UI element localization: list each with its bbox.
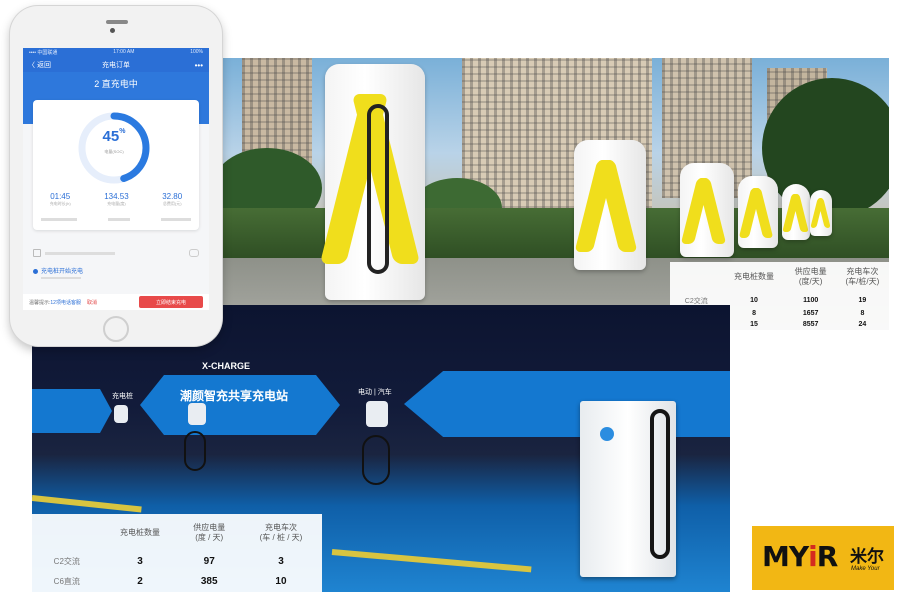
ev-charger [810, 190, 832, 236]
ev-charger [680, 163, 734, 257]
wall-arrow [32, 389, 112, 433]
stat-cost: 32.80 总费用(元) [162, 192, 183, 206]
brand-label: X-CHARGE [202, 361, 251, 371]
logo-tagline: Make Your [851, 566, 880, 572]
charging-cable [184, 431, 206, 471]
home-button[interactable] [103, 316, 129, 342]
logo-wordmark: MYiR [762, 540, 838, 573]
charging-cable [362, 435, 390, 485]
parking-line [331, 549, 532, 573]
wall-charger [188, 403, 206, 425]
nav-bar: 〈 返回 充电订单 ••• [23, 58, 209, 72]
stat-energy: 134.53 充电量(度) [104, 192, 129, 206]
charging-progress-card: 45% 电量(SOC) 01:45 充电时长(h) 134.53 充电量(度) … [33, 100, 199, 230]
charge-percent: 45% [102, 128, 126, 145]
ev-charger [319, 64, 425, 300]
table-row: C2交流 3 97 3 [53, 555, 284, 567]
toggle-icon[interactable] [189, 249, 199, 257]
column-header: 充电车次 (车 / 桩 / 天) [259, 522, 303, 542]
smartphone: •••• 中国联通 17:00 AM 100% 〈 返回 充电订单 ••• 2 … [10, 6, 222, 346]
wall-label: 充电桩 [112, 393, 133, 400]
charge-percent-label: 电量(SOC) [104, 149, 124, 154]
wall-arrow [140, 375, 340, 435]
ev-charger [782, 184, 810, 240]
stop-charging-button[interactable]: 立即结束充电 [139, 296, 203, 308]
phone-speaker [106, 20, 128, 24]
table-row: C6直流 2 385 10 [53, 576, 287, 588]
bottom-stats-table: 充电桩数量 供应电量 (度 / 天) 充电车次 (车 / 桩 / 天) C2交流 3… [32, 514, 322, 592]
wall-charger [366, 401, 388, 427]
dc-fast-charger [580, 401, 676, 577]
info-row [33, 248, 199, 258]
hotline-link[interactable]: 12项电话客服 [50, 300, 81, 306]
column-header: 供应电量 (度 / 天) [193, 522, 226, 542]
column-header: 充电桩数量 [734, 272, 775, 282]
phone-camera [110, 28, 115, 33]
back-button[interactable]: 〈 返回 [28, 60, 51, 70]
card-footer [41, 218, 191, 222]
wall-arrow [404, 371, 730, 437]
wall-charger [114, 405, 128, 423]
charging-cable [650, 409, 670, 559]
info-icon [33, 249, 41, 257]
column-header: 充电桩数量 [120, 527, 161, 537]
radio-selected-icon [33, 268, 38, 274]
wall-label: 电动 | 汽车 [358, 389, 392, 396]
nav-title: 充电订单 [102, 62, 130, 69]
charging-status-title: 2 直充电中 [94, 79, 138, 89]
column-header: 充电车次 (车/桩/天) [845, 267, 880, 287]
charging-stats: 01:45 充电时长(h) 134.53 充电量(度) 32.80 总费用(元) [33, 192, 199, 207]
station-sign: 潮颜智充共享充电站 [180, 389, 289, 403]
column-header: 供应电量 (度/天) [794, 267, 827, 287]
bottom-action-bar: 温馨提示:12项电话客服 取消 立即结束充电 [23, 294, 209, 310]
stat-duration: 01:45 充电时长(h) [49, 192, 71, 206]
charging-option[interactable]: 充电桩开始充电 [33, 266, 199, 280]
charging-app-screen: •••• 中国联通 17:00 AM 100% 〈 返回 充电订单 ••• 2 … [23, 48, 209, 310]
status-bar: •••• 中国联通 17:00 AM 100% [23, 48, 209, 58]
logo-chinese: 米尔 [850, 547, 884, 566]
progress-ring [78, 112, 150, 184]
myir-logo: MYiR 米尔 Make Your [752, 526, 894, 590]
more-icon[interactable]: ••• [195, 61, 203, 70]
cancel-button[interactable]: 取消 [87, 299, 97, 306]
parking-line [32, 495, 142, 513]
ev-charger [574, 140, 646, 270]
charger-logo-icon [600, 427, 614, 441]
ev-charger [738, 176, 778, 248]
